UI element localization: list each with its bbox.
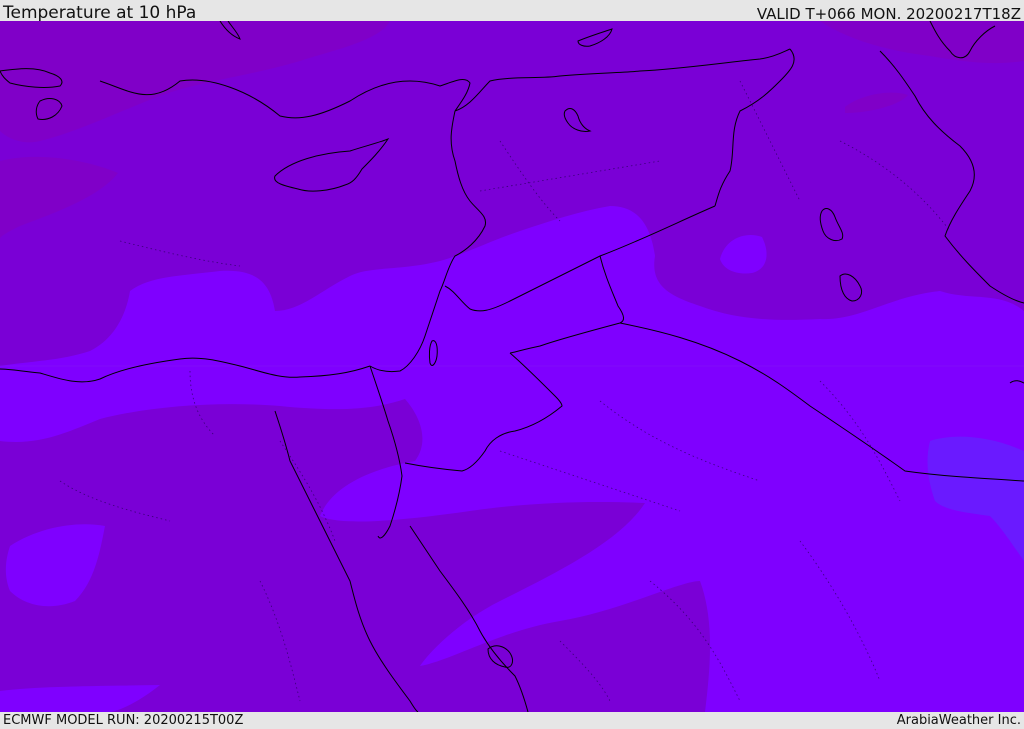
- map-canvas: [0, 21, 1024, 712]
- credit-label: ArabiaWeather Inc.: [896, 713, 1021, 728]
- map-page: Temperature at 10 hPa VALID T+066 MON. 2…: [0, 0, 1024, 729]
- map-title: Temperature at 10 hPa: [3, 3, 197, 23]
- model-run-label: ECMWF MODEL RUN: 20200215T00Z: [3, 713, 244, 728]
- map-footer: ECMWF MODEL RUN: 20200215T00Z ArabiaWeat…: [0, 712, 1024, 729]
- map-header: Temperature at 10 hPa VALID T+066 MON. 2…: [0, 0, 1024, 23]
- temperature-map: [0, 21, 1024, 712]
